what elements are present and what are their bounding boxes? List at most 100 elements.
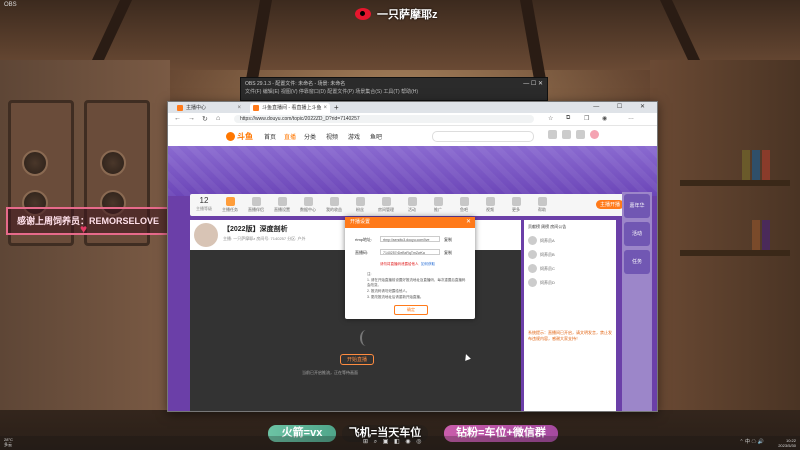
close-tab-icon[interactable]: ×: [237, 103, 241, 113]
close-tab-icon[interactable]: ×: [323, 103, 327, 113]
dialog-ok-button[interactable]: 确定: [394, 305, 428, 315]
promo-ad[interactable]: 活动: [624, 222, 650, 246]
rtmp-label: rtmp地址:: [355, 237, 373, 242]
chat-sidebar: 贡献榜 周榜 房间公告 饲养员A 饲养员B 饲养员C 饲养员D 系统提示：直播间…: [524, 220, 616, 411]
home-icon[interactable]: ⌂: [216, 115, 220, 122]
promo-ad[interactable]: 嘉年华: [624, 194, 650, 218]
reload-icon[interactable]: ↻: [202, 115, 208, 123]
toolbar-item[interactable]: 帮助: [532, 197, 552, 213]
nav-live[interactable]: 直播: [284, 132, 296, 141]
obs-window-controls[interactable]: — ☐ ✕: [523, 80, 543, 87]
rank-item[interactable]: 饲养员A: [528, 236, 612, 246]
room-icon: [381, 197, 391, 206]
yuba-icon: [459, 197, 469, 206]
toolbar-item[interactable]: 直播设置: [272, 197, 292, 213]
new-tab-button[interactable]: +: [334, 102, 339, 113]
favorite-icon[interactable]: ☆: [548, 115, 553, 122]
nav-yuba[interactable]: 鱼吧: [370, 132, 382, 141]
rank-item[interactable]: 饲养员D: [528, 278, 612, 288]
anchor-avatar[interactable]: [194, 223, 218, 247]
chat-system-message: 系统提示：直播间已开启，请文明发言，禁止发布违规内容，感谢大家支持！: [528, 330, 612, 341]
system-clock[interactable]: 10:22 2023/5/30: [778, 438, 796, 448]
nav-game[interactable]: 游戏: [348, 132, 360, 141]
nav-home[interactable]: 首页: [264, 132, 276, 141]
more-icon[interactable]: …: [628, 115, 634, 121]
dialog-title: 开播设置: [350, 219, 371, 225]
avatar: [528, 236, 537, 245]
toolbar-item[interactable]: 更多: [506, 197, 526, 213]
more-icon: [511, 197, 521, 206]
avatar: [528, 250, 537, 259]
toolbar-item[interactable]: 我的收益: [324, 197, 344, 213]
room-title: 【2022版】深度剖析: [223, 226, 288, 233]
toolbar-item[interactable]: 直播伴侣: [246, 197, 266, 213]
copy-rtmp-button[interactable]: 复制: [444, 237, 452, 243]
rank-item[interactable]: 饲养员C: [528, 264, 612, 274]
browser-toolbar: ← → ↻ ⌂ https://www.douyu.com/topic/2022…: [168, 113, 657, 126]
room-banner: [168, 146, 657, 196]
dialog-header: 开播设置 ✕: [345, 217, 475, 228]
tab-anchor-center[interactable]: 主播中心 ×: [174, 103, 244, 113]
promote-icon: [433, 197, 443, 206]
extensions-icon[interactable]: ⧉: [566, 115, 570, 122]
toolbar-item[interactable]: 推广: [428, 197, 448, 213]
book: [762, 150, 770, 180]
user-avatar[interactable]: [590, 130, 599, 139]
toolbar-item[interactable]: 粉丝: [350, 197, 370, 213]
back-icon[interactable]: ←: [174, 115, 181, 122]
tab-bar: 主播中心 × 斗鱼直播间 - 看直播上斗鱼 × + — ☐ ✕: [168, 102, 657, 113]
player-start-button[interactable]: 开始直播: [340, 354, 375, 365]
dialog-note: 注:: [367, 272, 372, 276]
close-icon[interactable]: ✕: [466, 217, 471, 228]
toolbar-item[interactable]: 活动: [402, 197, 422, 213]
obs-menu[interactable]: 文件(F) 编辑(E) 视图(V) 停靠窗口(D) 配置文件(P) 场景集合(S…: [245, 88, 418, 95]
rtmp-field[interactable]: rtmp://sendtc3.douyu.com/live: [380, 236, 440, 242]
nav-category[interactable]: 分类: [304, 132, 316, 141]
forward-icon[interactable]: →: [188, 115, 195, 122]
tab-live-room[interactable]: 斗鱼直播间 - 看直播上斗鱼 ×: [250, 103, 330, 113]
tab-label: 斗鱼直播间 - 看直播上斗鱼: [262, 105, 322, 111]
copy-key-button[interactable]: 复制: [444, 250, 452, 256]
collections-icon[interactable]: ❐: [584, 115, 589, 122]
nav-video[interactable]: 视频: [326, 132, 338, 141]
companion-icon: [251, 197, 261, 206]
rank-item[interactable]: 饲养员B: [528, 250, 612, 260]
dialog-note: 2. 推流码请勿泄露给他人。: [367, 289, 410, 293]
toolbar-item[interactable]: 数据中心: [298, 197, 318, 213]
profile-icon[interactable]: ◉: [602, 115, 607, 122]
ceiling-beam: [245, 0, 272, 80]
taskbar-apps[interactable]: ⊞ ⌕ ▣ ◧ ◉ ◎: [363, 438, 424, 446]
tab-label: 主播中心: [186, 105, 207, 111]
thanks-banner: 感谢上周饲养员：REMORSELOVE: [6, 207, 170, 235]
toolbar-item[interactable]: 鱼吧: [454, 197, 474, 213]
dialog-note: 1. 请在开始直播前设置好推流地址及直播码，每次重置后直播码会改变。: [367, 278, 466, 287]
stream-settings-dialog: 开播设置 ✕ rtmp地址: rtmp://sendtc3.douyu.com/…: [345, 217, 475, 319]
toolbar-item[interactable]: 主播任务: [220, 197, 240, 213]
right-promo-bar: 嘉年华 活动 任务: [622, 192, 652, 411]
learn-more-link[interactable]: 如何获取: [421, 262, 435, 267]
sidebar-header[interactable]: 贡献榜 周榜 房间公告: [528, 224, 612, 230]
door-knob: [22, 150, 48, 176]
site-logo[interactable]: 斗鱼: [226, 131, 253, 142]
video-icon: [485, 197, 495, 206]
mouse-cursor-icon: [463, 353, 471, 361]
app-topline: OBS: [4, 2, 17, 8]
weather-widget[interactable]: 28°C 多云: [4, 437, 13, 447]
system-tray[interactable]: ⌃ 中 ☁ 🔊: [739, 438, 764, 445]
site-search-input[interactable]: [432, 131, 534, 142]
address-bar[interactable]: https://www.douyu.com/topic/2022ZD_D?rid…: [234, 115, 534, 123]
book: [752, 220, 760, 250]
task-icon: [225, 197, 235, 206]
toolbar-item[interactable]: 房间管理: [376, 197, 396, 213]
browser-window-controls[interactable]: — ☐ ✕: [593, 102, 653, 113]
history-icon[interactable]: [548, 130, 557, 139]
promo-ad[interactable]: 任务: [624, 250, 650, 274]
banner-pattern: [168, 146, 657, 196]
toolbar-item[interactable]: 视频: [480, 197, 500, 213]
message-icon[interactable]: [576, 130, 585, 139]
start-broadcast-button[interactable]: 主播开播: [595, 200, 624, 209]
follow-icon[interactable]: [562, 130, 571, 139]
obs-window[interactable]: OBS 29.1.3 - 配置文件: 未命名 - 场景: 未命名 文件(F) 编…: [240, 77, 548, 101]
stream-key-field[interactable]: 7140257rDeBxRqTmZwKa: [380, 249, 440, 255]
door-knob: [100, 150, 126, 176]
